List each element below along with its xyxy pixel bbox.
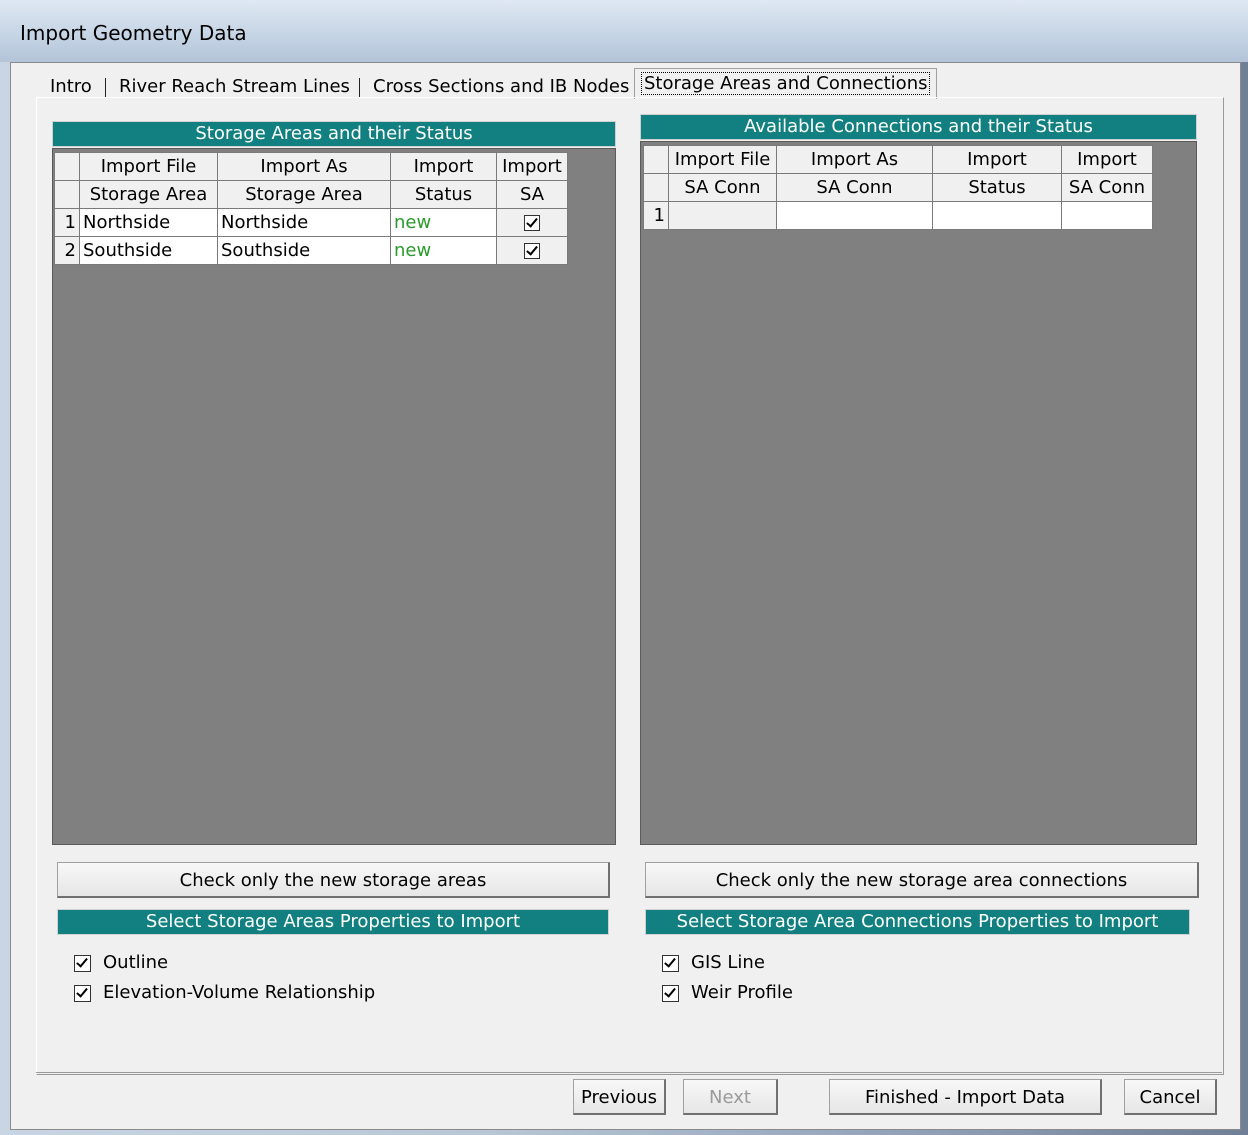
- previous-button[interactable]: Previous: [573, 1079, 666, 1115]
- col-header: Import: [496, 152, 568, 181]
- outline-checkbox[interactable]: [74, 954, 91, 972]
- import-file-cell[interactable]: [668, 201, 777, 230]
- window-title: Import Geometry Data: [20, 21, 247, 45]
- tab-storage-areas-connections-label: Storage Areas and Connections: [641, 72, 931, 95]
- gis-line-label: GIS Line: [691, 952, 765, 973]
- weir-profile-checkbox[interactable]: [662, 984, 679, 1002]
- col-header: SA Conn: [668, 173, 777, 202]
- footer-divider: [36, 1072, 1222, 1073]
- import-as-cell[interactable]: [776, 201, 933, 230]
- connections-grid[interactable]: [640, 141, 1197, 845]
- tab-storage-areas-connections[interactable]: Storage Areas and Connections: [634, 68, 938, 99]
- tab-separator: [105, 78, 106, 98]
- status-cell: new: [390, 236, 497, 265]
- cancel-button[interactable]: Cancel: [1124, 1079, 1217, 1115]
- check-new-storage-areas-button[interactable]: Check only the new storage areas: [57, 862, 610, 898]
- outline-option[interactable]: Outline: [74, 951, 168, 975]
- connections-title: Available Connections and their Status: [640, 114, 1197, 140]
- outline-label: Outline: [103, 952, 169, 973]
- next-button[interactable]: Next: [683, 1079, 778, 1115]
- col-header: SA Conn: [1061, 173, 1153, 202]
- check-new-connections-button[interactable]: Check only the new storage area connecti…: [645, 862, 1199, 898]
- import-file-cell[interactable]: Northside: [79, 208, 218, 237]
- connection-properties-title: Select Storage Area Connections Properti…: [645, 909, 1190, 935]
- grid-corner: [54, 152, 80, 181]
- grid-corner: [643, 173, 669, 202]
- storage-areas-title: Storage Areas and their Status: [52, 121, 616, 147]
- col-header: Status: [932, 173, 1062, 202]
- import-sa-conn-cell[interactable]: [1061, 201, 1153, 230]
- tab-separator: [359, 78, 360, 98]
- finish-import-button[interactable]: Finished - Import Data: [829, 1079, 1102, 1115]
- status-cell: [932, 201, 1062, 230]
- col-header: Import As: [776, 145, 933, 174]
- col-header: Import: [932, 145, 1062, 174]
- row-number: 1: [54, 208, 80, 237]
- col-header: SA Conn: [776, 173, 933, 202]
- status-cell: new: [390, 208, 497, 237]
- row-number: 2: [54, 236, 80, 265]
- import-checkbox[interactable]: [524, 243, 540, 259]
- import-as-cell[interactable]: Northside: [217, 208, 391, 237]
- col-header: SA: [496, 180, 568, 209]
- weir-profile-label: Weir Profile: [691, 982, 793, 1003]
- col-header: Import File: [79, 152, 218, 181]
- import-sa-cell[interactable]: [496, 208, 568, 237]
- import-as-cell[interactable]: Southside: [217, 236, 391, 265]
- grid-corner: [54, 180, 80, 209]
- import-geometry-window: Import Geometry Data Intro River Reach S…: [0, 0, 1248, 1135]
- connections-table: Import File Import As Import Import SA C…: [643, 145, 1153, 230]
- col-header: Status: [390, 180, 497, 209]
- col-header: Storage Area: [217, 180, 391, 209]
- import-checkbox[interactable]: [524, 215, 540, 231]
- elevation-volume-checkbox[interactable]: [74, 984, 91, 1002]
- row-number: 1: [643, 201, 669, 230]
- grid-corner: [643, 145, 669, 174]
- col-header: Import As: [217, 152, 391, 181]
- col-header: Import File: [668, 145, 777, 174]
- import-sa-cell[interactable]: [496, 236, 568, 265]
- elevation-volume-option[interactable]: Elevation-Volume Relationship: [74, 981, 375, 1005]
- table-row: 2 Southside Southside new: [54, 236, 568, 265]
- col-header: Import: [1061, 145, 1153, 174]
- table-row: 1 Northside Northside new: [54, 208, 568, 237]
- weir-profile-option[interactable]: Weir Profile: [662, 981, 793, 1005]
- col-header: Import: [390, 152, 497, 181]
- col-header: Storage Area: [79, 180, 218, 209]
- table-row: 1: [643, 201, 1153, 230]
- elevation-volume-label: Elevation-Volume Relationship: [103, 982, 376, 1003]
- storage-area-properties-title: Select Storage Areas Properties to Impor…: [57, 909, 609, 935]
- import-file-cell[interactable]: Southside: [79, 236, 218, 265]
- title-bar[interactable]: Import Geometry Data: [0, 0, 1248, 62]
- gis-line-checkbox[interactable]: [662, 954, 679, 972]
- gis-line-option[interactable]: GIS Line: [662, 951, 765, 975]
- storage-areas-table: Import File Import As Import Import Stor…: [54, 152, 568, 265]
